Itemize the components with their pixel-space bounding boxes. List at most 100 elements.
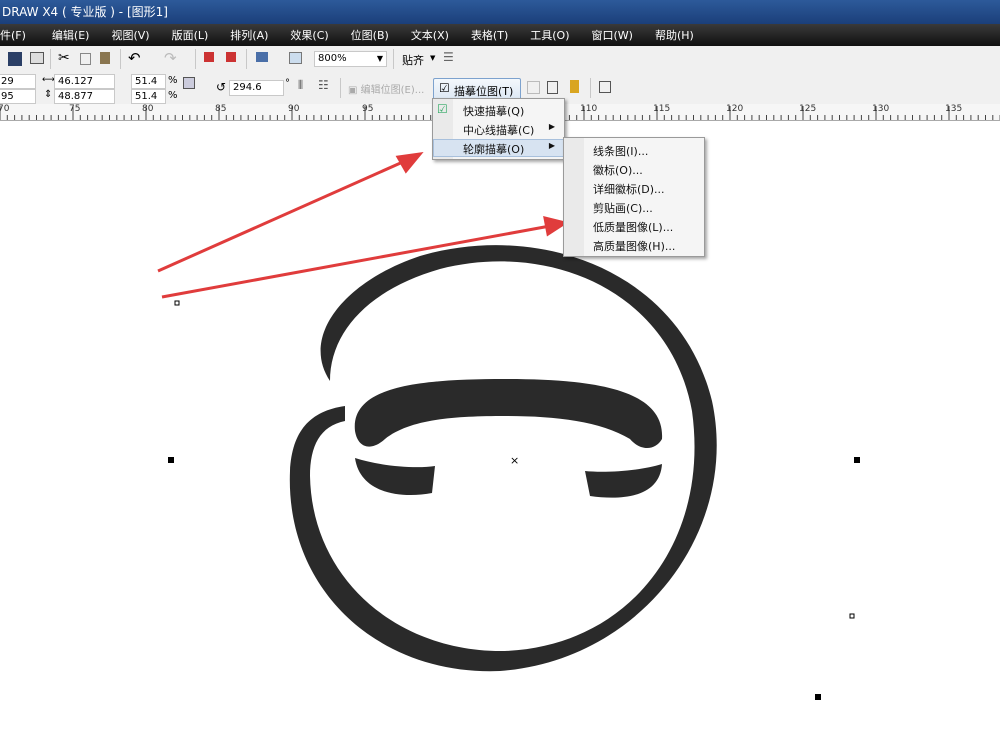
application-launcher-icon[interactable] bbox=[256, 52, 268, 62]
menu-arrange[interactable]: 排列(A) bbox=[230, 27, 268, 43]
menu-window[interactable]: 窗口(W) bbox=[592, 27, 633, 43]
rotation-field[interactable]: 294.6 bbox=[229, 80, 284, 96]
welcome-screen-icon[interactable] bbox=[289, 52, 302, 64]
menu-table[interactable]: 表格(T) bbox=[471, 27, 508, 43]
selection-handles[interactable]: × bbox=[168, 300, 860, 700]
wrap-text-icon[interactable] bbox=[599, 81, 611, 93]
zoom-select[interactable]: 800% ▼ bbox=[314, 51, 387, 67]
menu-item-logo[interactable]: 徽标(O)... bbox=[593, 162, 643, 178]
ruler-label: 70 bbox=[0, 104, 10, 114]
phone-logo[interactable] bbox=[289, 245, 717, 672]
handset-right-ear bbox=[585, 464, 662, 498]
ruler-label: 85 bbox=[215, 104, 227, 114]
ruler-label: 95 bbox=[362, 104, 374, 114]
menu-tools[interactable]: 工具(O) bbox=[530, 27, 569, 43]
window-title: DRAW X4 ( 专业版 ) - [图形1] bbox=[2, 5, 168, 19]
divider bbox=[195, 49, 196, 69]
cut-icon[interactable]: ✂ bbox=[58, 50, 70, 66]
menu-item-clipart[interactable]: 剪贴画(C)... bbox=[593, 200, 653, 216]
canvas[interactable]: × bbox=[0, 121, 1000, 752]
x-position-field[interactable]: 29 mm bbox=[0, 74, 36, 100]
rotation-handle[interactable] bbox=[849, 613, 855, 619]
undo-icon[interactable]: ↶ bbox=[128, 49, 141, 67]
menu-text[interactable]: 文本(X) bbox=[411, 27, 449, 43]
arrow bbox=[157, 159, 406, 273]
menu-edit[interactable]: 编辑(E) bbox=[52, 27, 90, 43]
ruler-label: 135 bbox=[945, 104, 963, 114]
ruler-label: 110 bbox=[580, 104, 598, 114]
divider bbox=[590, 78, 591, 98]
ruler-label: 130 bbox=[872, 104, 890, 114]
ruler-label: 125 bbox=[799, 104, 817, 114]
menu-item-centerline-trace[interactable]: 中心线描摹(C) ▶ bbox=[463, 122, 563, 138]
y-position-field[interactable]: 95 mm bbox=[0, 89, 36, 115]
menu-item-quick-trace[interactable]: 快速描摹(Q) bbox=[463, 103, 563, 119]
submenu-arrow-icon: ▶ bbox=[548, 141, 555, 150]
print-icon[interactable] bbox=[30, 52, 44, 64]
snap-button[interactable]: 贴齐 bbox=[402, 52, 424, 68]
width-field[interactable]: 46.127 mm bbox=[54, 74, 115, 100]
handset-left-ear bbox=[355, 458, 435, 496]
height-field[interactable]: 48.877 mm bbox=[54, 89, 115, 115]
rotate-icon: ↺ bbox=[216, 80, 227, 94]
rotation-handle[interactable] bbox=[174, 300, 180, 306]
trace-icon: ☑ bbox=[439, 81, 450, 95]
selection-handle[interactable] bbox=[815, 694, 821, 700]
lock-ratio-icon[interactable] bbox=[183, 77, 195, 89]
redo-icon[interactable]: ↷ bbox=[164, 49, 177, 67]
chevron-down-icon: ▼ bbox=[376, 54, 383, 63]
menu-bitmaps[interactable]: 位图(B) bbox=[351, 27, 389, 43]
menu-item-line-art[interactable]: 线条图(I)... bbox=[593, 143, 648, 159]
circle-stroke bbox=[289, 245, 717, 672]
divider bbox=[50, 49, 51, 69]
divider bbox=[246, 49, 247, 69]
width-icon: ⟷ bbox=[42, 75, 55, 85]
zoom-value: 800% bbox=[318, 53, 347, 64]
scale-y-field[interactable]: 51.4 bbox=[131, 89, 166, 104]
ruler-label: 80 bbox=[142, 104, 154, 114]
resample-icon[interactable] bbox=[527, 81, 540, 94]
height-icon: ⇕ bbox=[44, 89, 53, 100]
annotation-arrows bbox=[157, 151, 569, 299]
snap-options-icon[interactable]: ☰ bbox=[443, 50, 454, 64]
submenu-arrow-icon: ▶ bbox=[548, 122, 555, 131]
selection-handle[interactable] bbox=[168, 457, 174, 463]
bitmap-color-mask-icon[interactable] bbox=[570, 80, 579, 93]
ruler-label: 75 bbox=[69, 104, 81, 114]
menu-effects[interactable]: 效果(C) bbox=[290, 27, 328, 43]
menu-file[interactable]: 件(F) bbox=[0, 27, 26, 43]
title-bar: DRAW X4 ( 专业版 ) - [图形1] bbox=[0, 0, 1000, 24]
divider bbox=[393, 49, 394, 69]
menu-item-low-quality-image[interactable]: 低质量图像(L)... bbox=[593, 219, 673, 235]
menu-item-detailed-logo[interactable]: 详细徽标(D)... bbox=[593, 181, 665, 197]
export-icon[interactable] bbox=[226, 52, 236, 62]
menu-view[interactable]: 视图(V) bbox=[111, 27, 149, 43]
copy-icon[interactable] bbox=[80, 53, 91, 65]
mirror-horizontal-icon[interactable]: ⫴ bbox=[298, 78, 303, 93]
ruler-label: 90 bbox=[288, 104, 300, 114]
trace-bitmap-button[interactable]: ☑ 描摹位图(T) bbox=[433, 78, 521, 100]
selection-handle[interactable] bbox=[854, 457, 860, 463]
edit-bitmap-button[interactable]: ▣ 编辑位图(E)... bbox=[348, 81, 424, 96]
scale-x-field[interactable]: 51.4 bbox=[131, 74, 166, 89]
trace-bitmap-menu: ☑ 快速描摹(Q) 中心线描摹(C) ▶ 轮廓描摹(O) ▶ bbox=[432, 98, 565, 160]
handset-icon bbox=[354, 379, 663, 448]
divider bbox=[340, 78, 341, 98]
menu-help[interactable]: 帮助(H) bbox=[655, 27, 694, 43]
chevron-down-icon[interactable]: ▼ bbox=[430, 54, 435, 62]
menu-item-outline-trace[interactable]: 轮廓描摹(O) ▶ bbox=[463, 141, 563, 157]
menu-layout[interactable]: 版面(L) bbox=[172, 27, 209, 43]
paste-icon[interactable] bbox=[100, 52, 110, 64]
trace-bitmap-label: 描摹位图(T) bbox=[454, 85, 514, 98]
crop-bitmap-icon[interactable] bbox=[547, 81, 558, 94]
center-marker: × bbox=[510, 454, 519, 467]
degree-label: ° bbox=[285, 78, 290, 89]
mirror-vertical-icon[interactable]: ☷ bbox=[318, 78, 329, 92]
percent-label: % bbox=[168, 75, 178, 86]
menu-item-high-quality-image[interactable]: 高质量图像(H)... bbox=[593, 238, 675, 254]
menu-bar: 件(F) 编辑(E) 视图(V) 版面(L) 排列(A) 效果(C) 位图(B)… bbox=[0, 24, 1000, 46]
ruler-label: 115 bbox=[653, 104, 671, 114]
import-icon[interactable] bbox=[204, 52, 214, 62]
save-icon[interactable] bbox=[8, 52, 22, 66]
ruler-label: 120 bbox=[726, 104, 744, 114]
